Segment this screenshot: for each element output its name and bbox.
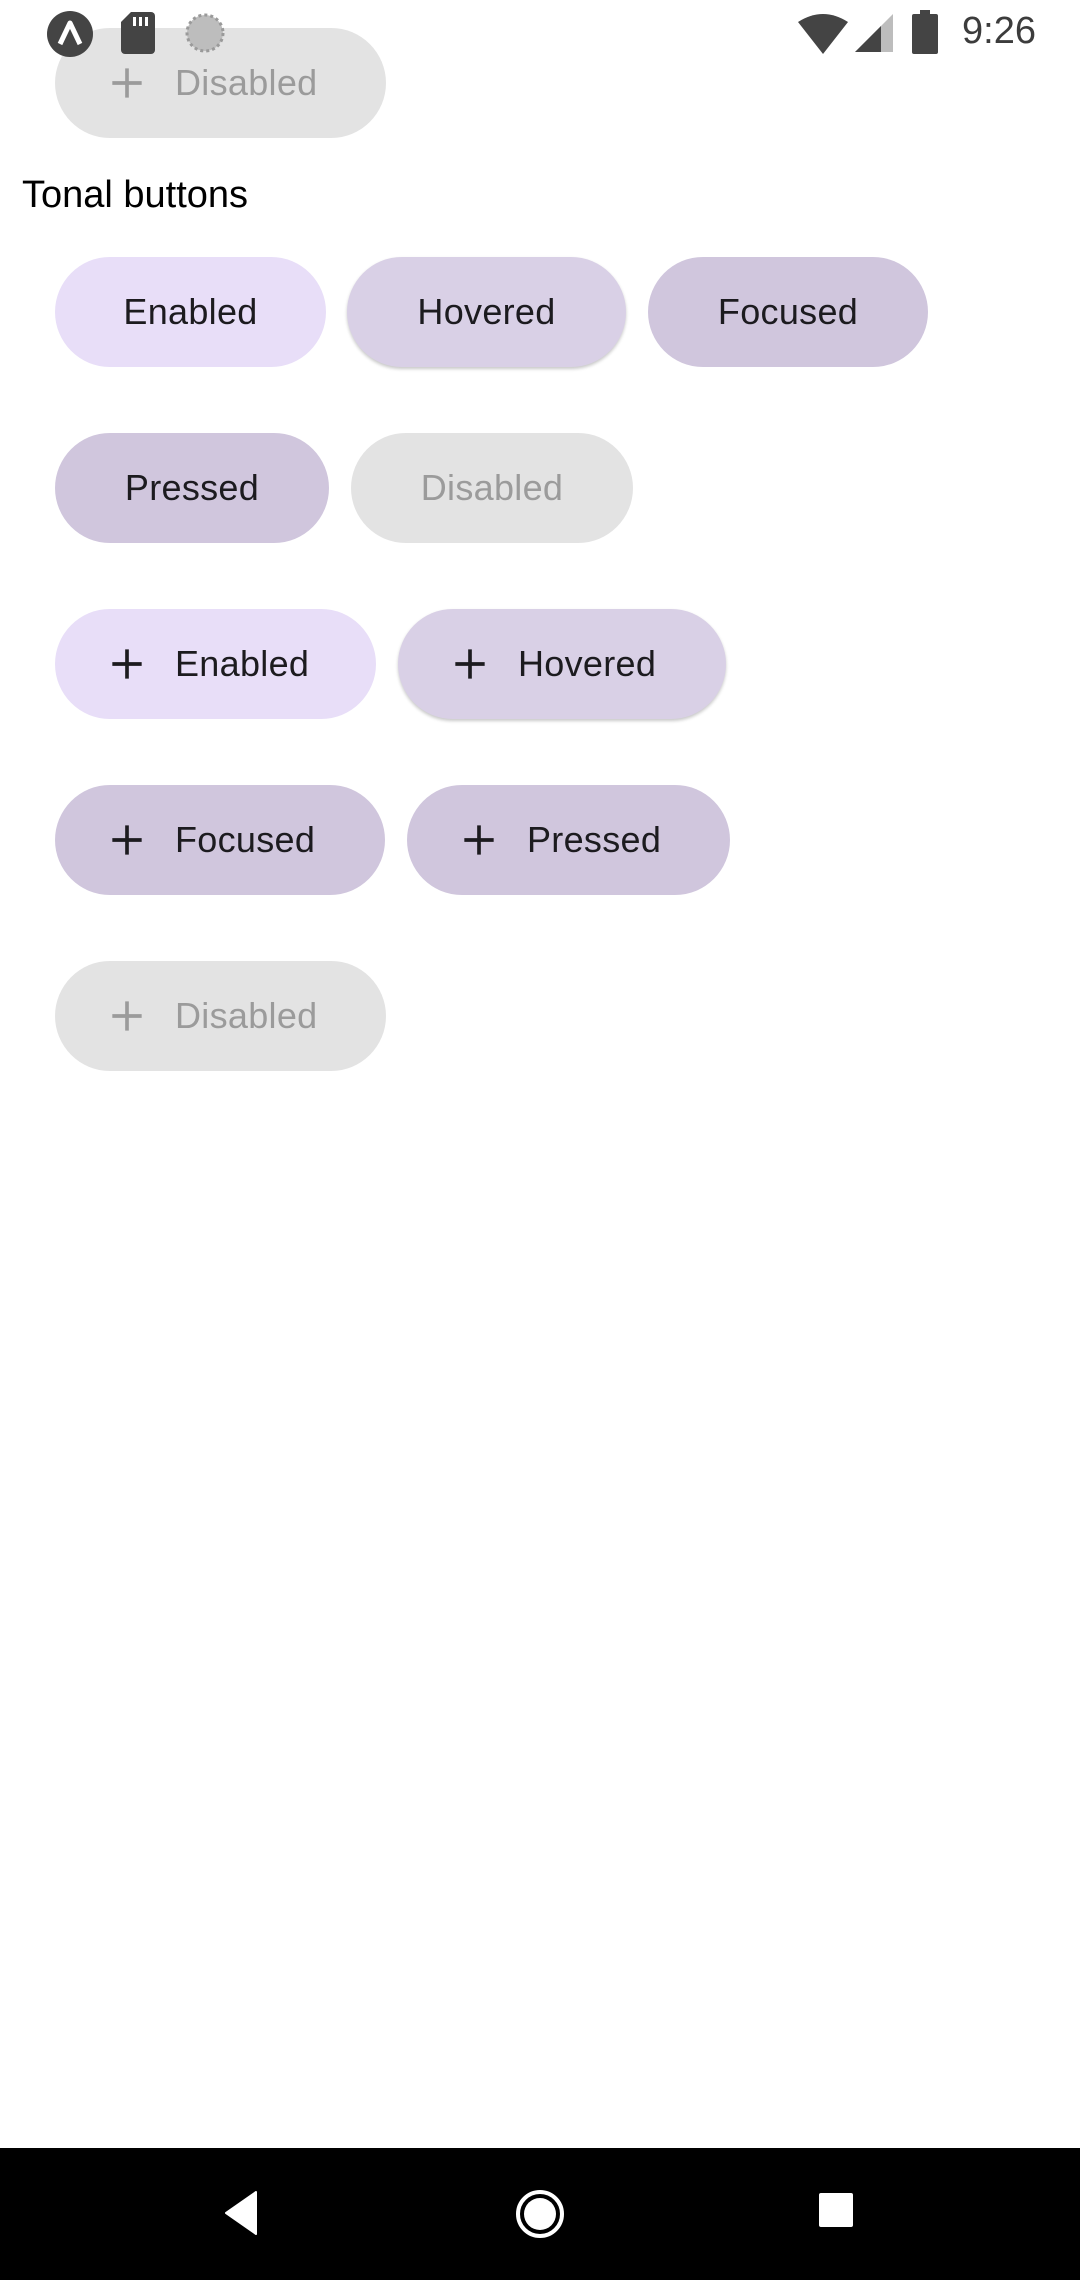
button-label: Disabled	[175, 62, 318, 103]
tonal-icon-button-focused[interactable]: Focused	[55, 785, 385, 895]
app-notification-icon	[47, 11, 93, 57]
home-icon[interactable]	[514, 2188, 566, 2240]
button-label: Disabled	[420, 467, 564, 508]
tonal-button-hovered[interactable]: Hovered	[347, 257, 626, 367]
tonal-icon-button-disabled: Disabled	[55, 961, 386, 1071]
tonal-icon-button-hovered[interactable]: Hovered	[398, 609, 726, 719]
tonal-button-enabled[interactable]: Enabled	[55, 257, 326, 367]
sync-icon	[185, 13, 225, 53]
button-label: Focused	[717, 291, 859, 332]
button-label: Hovered	[417, 291, 556, 332]
plus-icon	[112, 825, 142, 855]
button-label: Enabled	[123, 291, 258, 332]
battery-icon	[912, 10, 938, 54]
section-title: Tonal buttons	[22, 174, 249, 216]
navigation-bar	[0, 2148, 1080, 2280]
button-label: Pressed	[527, 819, 662, 860]
button-label: Hovered	[518, 643, 657, 684]
signal-icon	[855, 14, 893, 52]
tonal-button-pressed[interactable]: Pressed	[55, 433, 329, 543]
status-time: 9:26	[962, 10, 1036, 52]
tonal-button-focused[interactable]: Focused	[648, 257, 928, 367]
tonal-button-disabled: Disabled	[351, 433, 633, 543]
plus-icon	[455, 649, 485, 679]
status-bar: 9:26	[0, 0, 1080, 66]
button-label: Focused	[175, 819, 316, 860]
recents-icon[interactable]	[818, 2192, 854, 2228]
button-label: Enabled	[175, 643, 310, 684]
back-icon[interactable]	[220, 2188, 264, 2238]
button-label: Disabled	[175, 995, 318, 1036]
plus-icon	[112, 68, 142, 98]
wifi-icon	[798, 14, 848, 54]
plus-icon	[112, 1001, 142, 1031]
tonal-icon-button-pressed[interactable]: Pressed	[407, 785, 730, 895]
plus-icon	[112, 649, 142, 679]
tonal-icon-button-enabled[interactable]: Enabled	[55, 609, 376, 719]
button-label: Pressed	[124, 467, 260, 508]
plus-icon	[464, 825, 494, 855]
sd-card-icon	[121, 12, 155, 54]
